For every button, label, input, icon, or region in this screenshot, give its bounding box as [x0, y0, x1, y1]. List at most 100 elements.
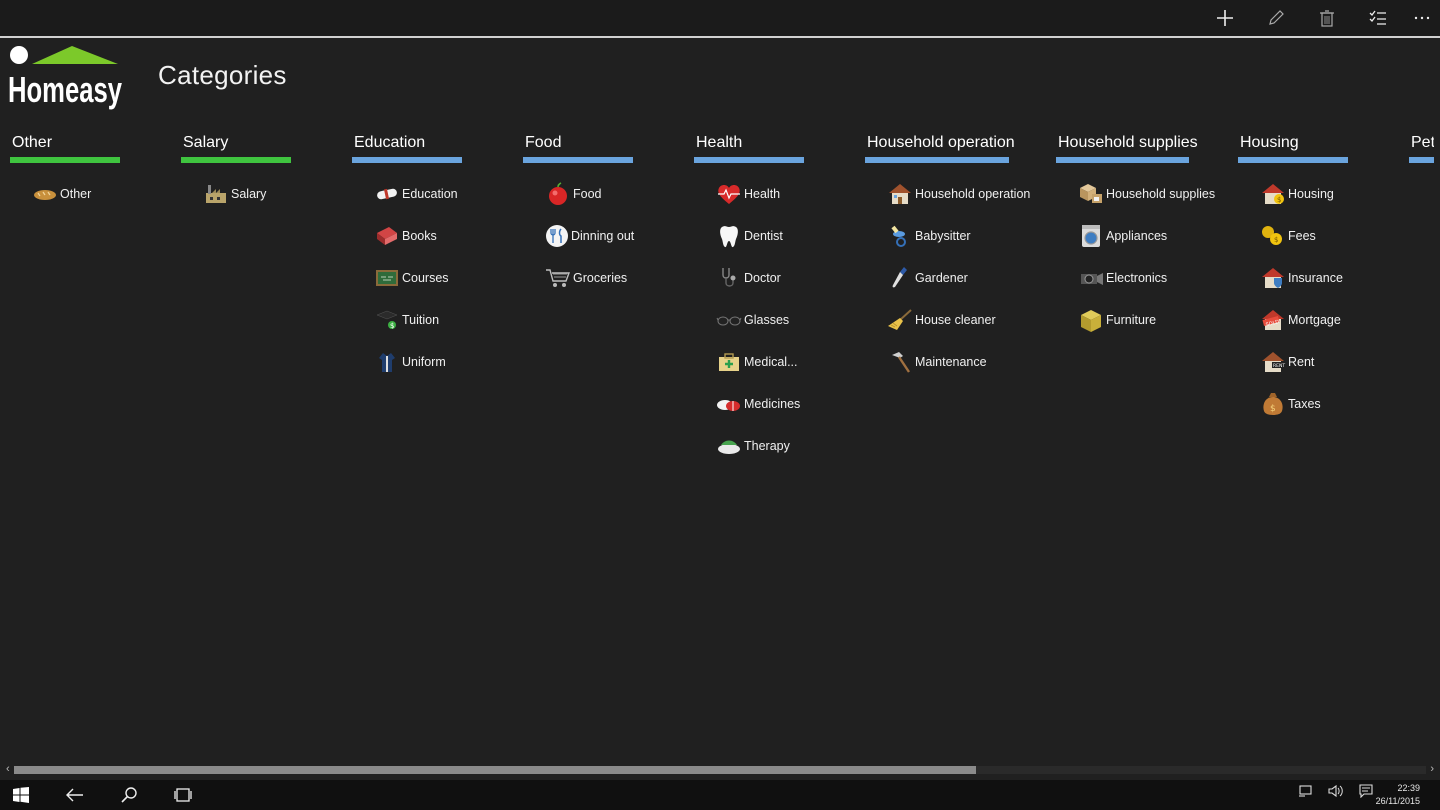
category-group-underline: [1409, 157, 1434, 163]
category-item[interactable]: Electronics: [1078, 257, 1189, 299]
category-item-label: Therapy: [744, 439, 790, 453]
search-icon[interactable]: [114, 784, 144, 806]
category-item[interactable]: $ Fees: [1260, 215, 1348, 257]
category-item[interactable]: House cleaner: [887, 299, 1009, 341]
page-title: Categories: [158, 60, 287, 90]
category-item[interactable]: $ Tuition: [374, 299, 462, 341]
category-item[interactable]: Gardener: [887, 257, 1009, 299]
category-item[interactable]: Babysitter: [887, 215, 1009, 257]
taskbar: 22:39 26/11/2015: [0, 780, 1440, 810]
category-group-header[interactable]: Food: [523, 132, 633, 154]
category-group-header[interactable]: Health: [694, 132, 804, 154]
category-item-label: Glasses: [744, 313, 790, 327]
category-item[interactable]: Dinning out: [545, 215, 635, 257]
category-item-label: Uniform: [402, 355, 446, 369]
category-item[interactable]: Courses: [374, 257, 462, 299]
category-list: $ Housing $ Fees Insurance SOLD Mortgage RENT Re…: [1238, 173, 1348, 425]
svg-text:$: $: [1277, 196, 1281, 204]
horizontal-scrollbar[interactable]: ‹ ›: [0, 762, 1440, 776]
category-item[interactable]: Medical...: [716, 341, 804, 383]
category-item[interactable]: $ Taxes: [1260, 383, 1348, 425]
category-item[interactable]: Household operation: [887, 173, 1030, 215]
volume-icon[interactable]: [1328, 784, 1344, 803]
category-item-label: Education: [402, 187, 458, 201]
category-list: Household supplies Appliances Electronics F…: [1056, 173, 1215, 341]
category-item[interactable]: SOLD Mortgage: [1260, 299, 1348, 341]
category-item[interactable]: Food: [545, 173, 633, 215]
scrollbar-thumb[interactable]: [14, 766, 976, 774]
chalkboard-icon: [374, 265, 400, 291]
category-group-education: Education Education Books Courses $ Tuition Un…: [352, 132, 462, 383]
windows-start-icon[interactable]: [6, 784, 36, 806]
pencil-icon[interactable]: [1263, 6, 1289, 30]
category-item[interactable]: RENT Rent: [1260, 341, 1348, 383]
category-item-label: Health: [744, 187, 781, 201]
category-group-health: Health Health Dentist Doctor Glasses Medical.…: [694, 132, 804, 467]
pills-icon: [716, 391, 742, 417]
category-group-salary: Salary Salary: [181, 132, 291, 215]
category-item[interactable]: Books: [374, 215, 462, 257]
task-view-icon[interactable]: [168, 784, 198, 806]
checklist-icon[interactable]: [1365, 6, 1391, 30]
category-item[interactable]: Other: [32, 173, 120, 215]
category-item[interactable]: Uniform: [374, 341, 462, 383]
scroll-right-icon[interactable]: ›: [1430, 762, 1434, 776]
category-item-label: Medical...: [744, 355, 798, 369]
category-item-label: Taxes: [1288, 397, 1321, 411]
category-item[interactable]: Household supplies: [1078, 173, 1215, 215]
category-item[interactable]: Education: [374, 173, 462, 215]
category-item[interactable]: Maintenance: [887, 341, 1009, 383]
category-item-label: Rent: [1288, 355, 1315, 369]
tablet-mode-icon[interactable]: [1298, 784, 1312, 803]
action-center-icon[interactable]: [1359, 784, 1373, 803]
category-item[interactable]: Furniture: [1078, 299, 1189, 341]
trash-icon[interactable]: [1314, 6, 1340, 30]
category-item-label: Dinning out: [571, 229, 635, 243]
medkit-icon: [716, 349, 742, 375]
category-item[interactable]: Insurance: [1260, 257, 1348, 299]
plus-icon[interactable]: [1212, 6, 1238, 30]
category-item-label: Food: [573, 187, 602, 201]
category-group-other: Other Other: [10, 132, 120, 215]
category-item[interactable]: Glasses: [716, 299, 804, 341]
category-item[interactable]: Dentist: [716, 215, 804, 257]
category-group-header[interactable]: Pets: [1409, 132, 1434, 154]
category-group-pets: Pets: [1409, 132, 1434, 173]
therapy-icon: [716, 433, 742, 459]
bread-icon: [32, 181, 58, 207]
category-item[interactable]: Doctor: [716, 257, 804, 299]
apple-icon: [545, 181, 571, 207]
category-item[interactable]: Groceries: [545, 257, 633, 299]
category-item[interactable]: Therapy: [716, 425, 804, 467]
category-item-label: Housing: [1288, 187, 1334, 201]
category-group-housing: Housing $ Housing $ Fees Insurance SOLD Mortgag…: [1238, 132, 1348, 425]
category-item-label: Tuition: [402, 313, 440, 327]
clock[interactable]: 22:39 26/11/2015: [1376, 782, 1420, 808]
category-item[interactable]: $ Housing: [1260, 173, 1348, 215]
category-group-household-supplies: Household supplies Household supplies Appl…: [1056, 132, 1215, 341]
category-item[interactable]: Health: [716, 173, 804, 215]
category-group-header[interactable]: Household operation: [865, 132, 1015, 154]
category-group-header[interactable]: Other: [10, 132, 120, 154]
scroll-left-icon[interactable]: ‹: [6, 762, 10, 776]
category-list: Salary: [181, 173, 291, 215]
category-group-underline: [865, 157, 1009, 163]
more-icon[interactable]: [1409, 6, 1435, 30]
category-item[interactable]: Medicines: [716, 383, 804, 425]
category-group-household-operation: Household operation Household operation Ba…: [865, 132, 1030, 383]
category-item-label: Gardener: [915, 271, 968, 285]
category-group-header[interactable]: Housing: [1238, 132, 1348, 154]
svg-text:RENT: RENT: [1273, 363, 1285, 369]
category-group-header[interactable]: Salary: [181, 132, 291, 154]
back-arrow-icon[interactable]: [60, 784, 90, 806]
category-item-label: Doctor: [744, 271, 781, 285]
house-shield-icon: [1260, 265, 1286, 291]
hammer-icon: [887, 349, 913, 375]
category-group-header[interactable]: Education: [352, 132, 462, 154]
category-group-header[interactable]: Household supplies: [1056, 132, 1198, 154]
category-item-label: Appliances: [1106, 229, 1168, 243]
boxes-icon: [1078, 181, 1104, 207]
category-item[interactable]: Appliances: [1078, 215, 1189, 257]
category-item[interactable]: Salary: [203, 173, 291, 215]
category-item-label: Books: [402, 229, 437, 243]
